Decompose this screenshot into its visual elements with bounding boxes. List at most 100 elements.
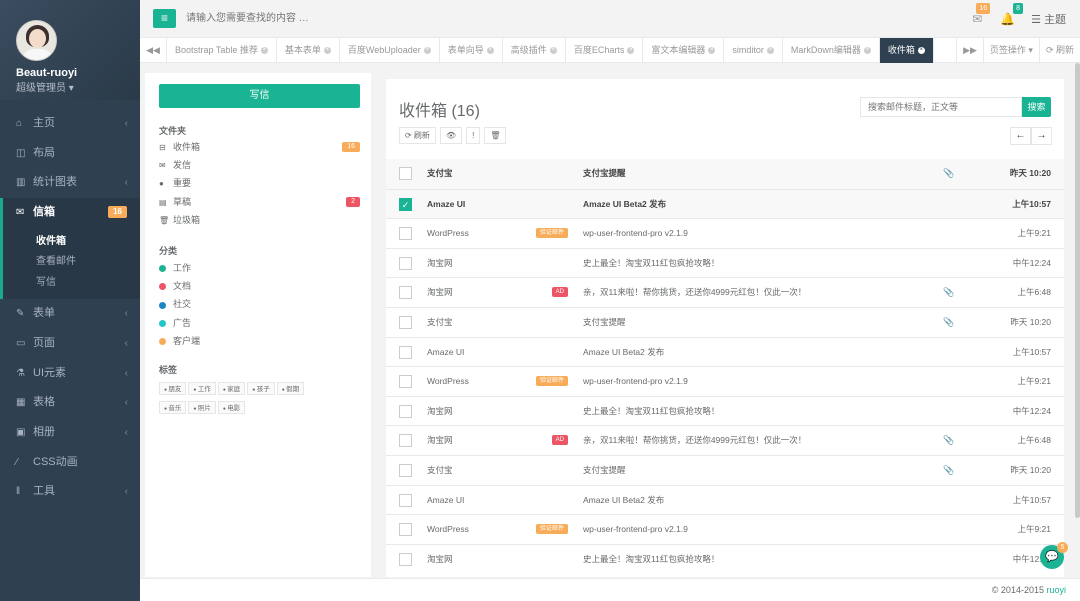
row-checkbox[interactable] (399, 552, 412, 566)
tag-5[interactable]: ● 音乐 (159, 401, 187, 414)
tab-6[interactable]: 富文本编辑器 × (643, 38, 725, 63)
mail-subject[interactable]: 亲，双11来啦！帮你挑货，还送你4999元红包！仅此一次！ (583, 278, 806, 307)
mail-subject[interactable]: Amaze UI Beta2 发布 (583, 190, 666, 219)
row-checkbox[interactable] (399, 286, 412, 300)
row-checkbox[interactable] (399, 227, 412, 241)
tag-0[interactable]: ● 朋友 (159, 382, 187, 395)
close-icon[interactable]: × (260, 47, 268, 55)
tag-2[interactable]: ● 家庭 (217, 382, 246, 395)
sidebar-item-7[interactable]: ▦ 表格 ‹ (0, 388, 140, 418)
tag-4[interactable]: ● 假期 (276, 382, 305, 395)
mail-subject[interactable]: 亲，双11来啦！帮你挑货，还送你4999元红包！仅此一次！ (583, 426, 806, 455)
mail-row[interactable]: ✓ Amaze UI Amaze UI Beta2 发布 上午10:57 (386, 188, 1064, 219)
mail-subject[interactable]: Amaze UI Beta2 发布 (583, 338, 664, 367)
close-icon[interactable]: × (863, 47, 871, 55)
mark-read-button[interactable]: 👁 (439, 127, 463, 144)
chat-bubble-button[interactable]: 💬 5 (1040, 542, 1068, 569)
mail-row[interactable]: Amaze UI Amaze UI Beta2 发布 上午10:57 (386, 336, 1064, 367)
sidebar-item-6[interactable]: ⚗ UI元素 ‹ (0, 359, 140, 389)
tab-0[interactable]: Bootstrap Table 推荐 × (167, 38, 277, 63)
mail-subject[interactable]: 史上最全！淘宝双11红包疯抢攻略！ (583, 249, 719, 278)
folder-item-4[interactable]: 🗑 垃圾箱 (159, 211, 360, 229)
sidebar-item-4[interactable]: ✎ 表单 ‹ (0, 299, 140, 329)
mail-subject[interactable]: 史上最全！淘宝双11红包疯抢攻略！ (583, 545, 719, 574)
category-item-1[interactable]: 文档 (159, 277, 191, 295)
menu-toggle-button[interactable]: ≡ (153, 9, 176, 28)
mark-important-button[interactable]: ! (466, 127, 481, 144)
mail-row[interactable]: WordPress 验证邮件 wp-user-frontend-pro v2.1.9… (386, 514, 1064, 544)
mail-subject[interactable]: wp-user-frontend-pro v2.1.9 (583, 515, 688, 544)
mail-row[interactable]: 淘宝网 史上最全！淘宝双11红包疯抢攻略！ 中午12:24 (386, 395, 1064, 426)
tag-1[interactable]: ● 工作 (188, 382, 216, 395)
user-name[interactable]: Beaut-ruoyi (16, 67, 77, 79)
folder-item-3[interactable]: ▤ 草稿 2 (159, 193, 360, 211)
tab-4[interactable]: 高级插件 × (503, 38, 566, 63)
submenu-item-1[interactable]: 查看邮件 (3, 252, 140, 273)
mail-row[interactable]: 支付宝 支付宝提醒 📎 昨天 10:20 (386, 159, 1064, 189)
tab-scroll-left-button[interactable]: ◀◀ (140, 38, 167, 63)
mail-row[interactable]: 淘宝网 史上最全！淘宝双11红包疯抢攻略！ 中午12:24 (386, 543, 1064, 574)
tab-7[interactable]: simditor × (724, 38, 783, 63)
tab-3[interactable]: 表单向导 × (440, 38, 503, 63)
category-item-4[interactable]: 客户端 (159, 332, 200, 350)
theme-link[interactable]: ☰ 主题 (1031, 11, 1066, 27)
category-item-0[interactable]: 工作 (159, 259, 191, 277)
mail-subject[interactable]: 支付宝提醒 (583, 308, 626, 337)
tag-6[interactable]: ● 照片 (188, 401, 216, 414)
mail-subject[interactable]: Amaze UI Beta2 发布 (583, 486, 664, 515)
avatar[interactable] (16, 20, 57, 61)
close-icon[interactable]: × (486, 47, 494, 55)
row-checkbox[interactable] (399, 375, 412, 389)
next-page-button[interactable]: → (1031, 127, 1052, 145)
folder-item-1[interactable]: ✉ 发信 (159, 156, 360, 174)
row-checkbox[interactable] (399, 404, 412, 418)
prev-page-button[interactable]: ← (1010, 127, 1031, 145)
row-checkbox[interactable] (399, 493, 412, 507)
tab-5[interactable]: 百度ECharts × (566, 38, 644, 63)
mail-row[interactable]: 淘宝网 AD 亲，双11来啦！帮你挑货，还送你4999元红包！仅此一次！ 📎 上午6:4… (386, 425, 1064, 455)
close-icon[interactable]: × (766, 47, 774, 55)
mail-row[interactable]: 支付宝 支付宝提醒 📎 昨天 10:20 (386, 454, 1064, 485)
sidebar-item-9[interactable]: ⁄ CSS动画 (0, 448, 140, 478)
compose-button[interactable]: 写信 (159, 84, 360, 108)
mail-subject[interactable]: wp-user-frontend-pro v2.1.9 (583, 367, 688, 396)
row-checkbox[interactable] (399, 167, 412, 180)
close-icon[interactable]: × (917, 47, 925, 55)
close-icon[interactable]: × (627, 47, 635, 55)
row-checkbox[interactable] (399, 256, 412, 270)
mail-row[interactable]: WordPress 验证邮件 wp-user-frontend-pro v2.1.9… (386, 366, 1064, 396)
close-icon[interactable]: × (549, 47, 557, 55)
sidebar-item-3[interactable]: ✉ 信箱 16 (0, 198, 140, 228)
mail-row[interactable]: 支付宝 支付宝提醒 📎 昨天 10:20 (386, 306, 1064, 337)
tab-operations-dropdown[interactable]: 页签操作 ▾ (982, 38, 1039, 63)
category-item-2[interactable]: 社交 (159, 295, 191, 313)
close-icon[interactable]: × (423, 47, 431, 55)
category-item-3[interactable]: 广告 (159, 314, 191, 332)
folder-item-0[interactable]: ⊟ 收件箱 16 (159, 138, 360, 156)
footer-link[interactable]: ruoyi (1046, 585, 1066, 595)
mail-subject[interactable]: 支付宝提醒 (583, 159, 626, 188)
global-search-input[interactable] (186, 9, 486, 28)
sidebar-item-5[interactable]: ▭ 页面 ‹ (0, 329, 140, 359)
tab-refresh-button[interactable]: ⟳ 刷新 (1038, 38, 1080, 63)
user-role-dropdown[interactable]: 超级管理员 ▾ (16, 79, 74, 94)
mail-search-input[interactable] (860, 97, 1022, 117)
sidebar-item-0[interactable]: ⌂ 主页 ‹ (0, 109, 140, 139)
tab-9[interactable]: 收件箱 × (879, 38, 934, 63)
mail-subject[interactable]: 史上最全！淘宝双11红包疯抢攻略！ (583, 397, 719, 426)
row-checkbox[interactable] (399, 434, 412, 448)
folder-item-2[interactable]: ● 重要 (159, 174, 360, 192)
mail-subject[interactable]: 支付宝提醒 (583, 456, 626, 485)
row-checkbox[interactable] (399, 345, 412, 359)
sidebar-item-8[interactable]: ▣ 相册 ‹ (0, 418, 140, 448)
tab-1[interactable]: 基本表单 × (277, 38, 340, 63)
tab-8[interactable]: MarkDown编辑器 × (783, 38, 880, 63)
mail-row[interactable]: Amaze UI Amaze UI Beta2 发布 上午10:57 (386, 484, 1064, 515)
mail-notification-icon[interactable]: ✉ 16 (972, 3, 991, 26)
tag-7[interactable]: ● 电影 (217, 401, 246, 414)
mail-subject[interactable]: wp-user-frontend-pro v2.1.9 (583, 219, 688, 248)
delete-button[interactable]: 🗑 (484, 127, 507, 144)
tag-3[interactable]: ● 孩子 (247, 382, 275, 395)
row-checkbox[interactable] (399, 463, 412, 477)
sidebar-item-1[interactable]: ◫ 布局 (0, 139, 140, 169)
